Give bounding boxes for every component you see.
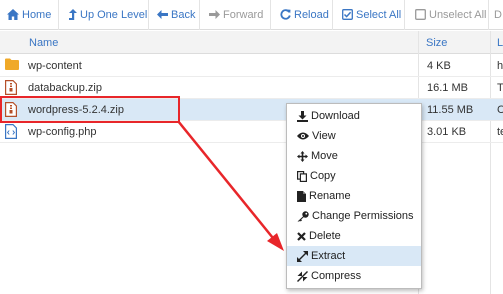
more-toolbar-label: D	[494, 8, 502, 21]
name-column-header[interactable]: Name	[29, 37, 58, 49]
file-size: 3.01 KB	[427, 126, 467, 138]
file-name[interactable]: wp-config.php	[28, 126, 97, 138]
file-extra: ht	[497, 60, 503, 72]
home-label: Home	[22, 8, 52, 21]
menu-item-label: Delete	[309, 230, 341, 242]
file-icon	[297, 190, 306, 202]
empty-box-icon	[415, 9, 426, 20]
file-name[interactable]: databackup.zip	[28, 82, 102, 94]
folder-icon	[5, 58, 19, 70]
file-row[interactable]: databackup.zip 16.1 MB T	[0, 77, 503, 99]
home-button[interactable]: Home	[7, 0, 51, 30]
file-extra: te	[497, 126, 503, 138]
menu-item-move[interactable]: Move	[287, 146, 421, 166]
annotation-arrowhead	[267, 233, 284, 251]
menu-item-compress[interactable]: Compress	[287, 266, 421, 286]
extra-column-header[interactable]: L	[497, 37, 503, 49]
unselect-all-label: Unselect All	[429, 8, 487, 21]
menu-item-label: Compress	[311, 270, 362, 282]
zip-file-icon	[5, 80, 17, 95]
size-column-header[interactable]: Size	[426, 37, 447, 49]
toolbar-divider	[488, 0, 489, 30]
toolbar-divider	[148, 0, 149, 30]
menu-item-delete[interactable]: Delete	[287, 226, 421, 246]
file-name[interactable]: wordpress-5.2.4.zip	[28, 104, 124, 116]
menu-item-label: Download	[311, 110, 360, 122]
copy-icon	[297, 170, 307, 182]
toolbar-divider	[332, 0, 333, 30]
menu-item-download[interactable]: Download	[287, 106, 421, 126]
menu-item-change-permissions[interactable]: Change Permissions	[287, 206, 421, 226]
menu-item-rename[interactable]: Rename	[287, 186, 421, 206]
select-all-button[interactable]: Select All	[342, 0, 401, 30]
home-icon	[7, 9, 19, 20]
toolbar-divider	[270, 0, 271, 30]
reload-button[interactable]: Reload	[280, 0, 329, 30]
menu-item-label: Change Permissions	[312, 210, 414, 222]
context-menu: Download View Move Copy Rename Change Pe…	[286, 103, 422, 289]
file-size: 4 KB	[427, 60, 451, 72]
menu-item-copy[interactable]: Copy	[287, 166, 421, 186]
file-table-header: Name Size L	[0, 31, 503, 54]
move-arrows-icon	[297, 150, 308, 162]
key-icon	[297, 210, 309, 221]
forward-label: Forward	[223, 8, 264, 21]
menu-item-label: Move	[311, 150, 338, 162]
menu-item-view[interactable]: View	[287, 126, 421, 146]
checked-box-icon	[342, 9, 353, 20]
toolbar-divider	[199, 0, 200, 30]
toolbar-divider	[404, 0, 405, 30]
file-size: 16.1 MB	[427, 82, 468, 94]
file-row-selected[interactable]: wordpress-5.2.4.zip 11.55 MB C	[0, 99, 503, 121]
level-up-icon	[69, 9, 77, 20]
toolbar-divider	[58, 0, 59, 30]
file-manager-toolbar: Home Up One Level Back Forward Reload Se…	[0, 0, 503, 30]
menu-item-label: Extract	[311, 250, 346, 262]
up-one-level-button[interactable]: Up One Level	[69, 0, 147, 30]
file-name[interactable]: wp-content	[28, 60, 82, 72]
reload-icon	[280, 9, 291, 20]
reload-label: Reload	[294, 8, 329, 21]
back-button[interactable]: Back	[157, 0, 195, 30]
up-one-level-label: Up One Level	[80, 8, 148, 21]
menu-item-label: Rename	[309, 190, 351, 202]
file-row[interactable]: wp-config.php 3.01 KB te	[0, 121, 503, 143]
file-extra: C	[497, 104, 503, 116]
menu-item-label: Copy	[310, 170, 336, 182]
download-icon	[297, 110, 308, 122]
file-size: 11.55 MB	[427, 104, 474, 116]
forward-button[interactable]: Forward	[209, 0, 263, 30]
zip-file-icon	[5, 102, 17, 117]
file-extra: T	[497, 82, 503, 94]
more-toolbar-button[interactable]: D	[494, 0, 502, 30]
compress-icon	[297, 270, 308, 282]
eye-icon	[297, 132, 309, 140]
menu-item-extract[interactable]: Extract	[287, 246, 421, 266]
x-icon	[297, 231, 306, 241]
unselect-all-button[interactable]: Unselect All	[415, 0, 486, 30]
menu-item-label: View	[312, 130, 336, 142]
arrow-right-icon	[209, 10, 220, 19]
arrow-left-icon	[157, 10, 168, 19]
select-all-label: Select All	[356, 8, 402, 21]
php-file-icon	[5, 124, 17, 139]
back-label: Back	[171, 8, 196, 21]
expand-icon	[297, 250, 308, 262]
file-row[interactable]: wp-content 4 KB ht	[0, 55, 503, 77]
